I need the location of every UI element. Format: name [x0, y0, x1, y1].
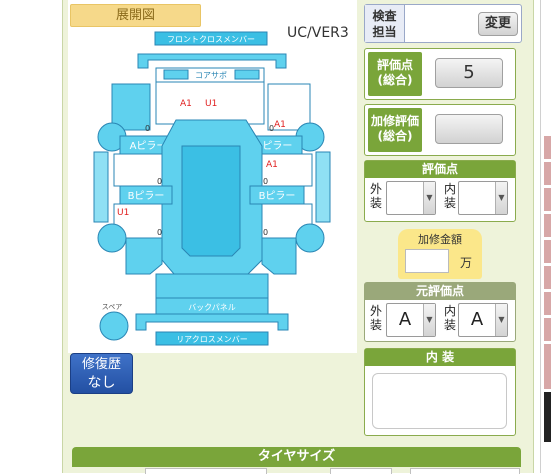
door-zero-mark: 0	[157, 228, 162, 237]
damage-mark-left-rear-u1: U1	[117, 208, 129, 218]
trunk-lid[interactable]	[155, 273, 269, 299]
left-a-pillar-label: Aピラー	[130, 140, 167, 152]
back-panel-label: バックパネル	[188, 303, 236, 312]
right-side-sill[interactable]	[315, 151, 331, 223]
total-score-panel: 評価点 (総合) 5	[364, 48, 516, 100]
original-grade-interior-label: 内 装	[444, 304, 457, 332]
grade-interior-value	[459, 182, 495, 214]
spare-tire-label: スペア	[102, 303, 123, 311]
grade-exterior-select[interactable]: ▼	[386, 181, 436, 215]
grade-exterior-value	[387, 182, 423, 214]
repair-history-line1: 修復歴	[81, 357, 121, 372]
core-support-label: コアサポ	[195, 71, 227, 80]
inspector-panel: 検査 担当 変更	[364, 4, 522, 43]
tire-size-field[interactable]	[330, 468, 392, 474]
repair-cost-label: 加修金額	[418, 233, 462, 246]
repair-score-panel: 加修評価 (総合)	[364, 104, 516, 156]
repair-score-button[interactable]	[435, 114, 503, 144]
repair-cost-unit: 万	[460, 256, 473, 270]
rear-bumper[interactable]	[135, 313, 289, 331]
front-bumper[interactable]	[137, 53, 287, 69]
right-b-pillar-label: Bピラー	[259, 190, 296, 202]
change-inspector-button[interactable]: 変更	[478, 12, 518, 36]
left-rear-wheel[interactable]	[97, 223, 127, 253]
spare-tire[interactable]	[99, 311, 129, 341]
original-grade-exterior-select[interactable]: A ▼	[386, 303, 436, 337]
roof-panel[interactable]	[181, 145, 241, 257]
tire-size-title: タイヤサイズ	[72, 447, 521, 467]
door-zero-mark: 0	[263, 177, 268, 186]
damage-mark-right-fender-a1: A1	[274, 120, 286, 130]
fender-zero-mark: 0	[145, 124, 150, 133]
right-rear-quarter[interactable]	[261, 237, 297, 275]
fender-zero-mark: 0	[269, 124, 274, 133]
door-zero-mark: 0	[263, 228, 268, 237]
left-rear-quarter[interactable]	[125, 237, 163, 275]
rear-cross-member-label: リアクロスメンバー	[176, 335, 248, 344]
total-score-button[interactable]: 5	[435, 58, 503, 88]
left-b-pillar-label: Bピラー	[128, 190, 165, 202]
diagram-title: 展開図	[70, 4, 201, 27]
tire-size-field[interactable]	[145, 468, 267, 474]
left-front-door[interactable]	[113, 153, 163, 187]
damage-mark-front-a1: A1	[180, 99, 192, 109]
right-front-door[interactable]	[261, 153, 313, 187]
grade-interior-select[interactable]: ▼	[458, 181, 508, 215]
inspector-label: 検査 担当	[365, 5, 405, 42]
original-grade-interior-select[interactable]: A ▼	[458, 303, 508, 337]
car-body-diagram[interactable]: フロントクロスメンバー コアサポ Aピラー Aピラー Bピラー Bピラー バック…	[90, 30, 342, 350]
repair-score-label: 加修評価 (総合)	[368, 108, 422, 152]
repair-history-line2: なし	[87, 375, 116, 391]
repair-history-button[interactable]: 修復歴 なし	[70, 353, 133, 394]
original-grade-exterior-value: A	[398, 309, 412, 330]
grade-panel: 評価点 外 装 ▼ 内 装 ▼	[364, 160, 516, 222]
chevron-down-icon: ▼	[495, 182, 507, 214]
front-cross-member-label: フロントクロスメンバー	[167, 35, 255, 44]
original-grade-title: 元評価点	[365, 283, 515, 300]
repair-cost-input[interactable]	[405, 249, 449, 273]
door-zero-mark: 0	[157, 177, 162, 186]
original-grade-panel: 元評価点 外 装 A ▼ 内 装 A ▼	[364, 282, 516, 342]
right-side-strip	[540, 0, 551, 473]
left-side-sill[interactable]	[93, 151, 109, 223]
chevron-down-icon: ▼	[423, 304, 435, 336]
tire-size-field[interactable]	[410, 468, 520, 474]
core-support-right-block	[234, 69, 260, 80]
grade-title: 評価点	[365, 161, 515, 178]
damage-mark-front-u1: U1	[205, 99, 217, 109]
original-grade-interior-value: A	[470, 309, 484, 330]
chevron-down-icon: ▼	[423, 182, 435, 214]
interior-notes-title: 内 装	[365, 349, 515, 366]
right-rear-wheel[interactable]	[295, 223, 325, 253]
total-score-label: 評価点 (総合)	[368, 52, 422, 96]
core-support-left-block	[163, 69, 189, 80]
interior-notes-textarea[interactable]	[372, 373, 507, 429]
interior-notes-panel: 内 装	[364, 348, 516, 436]
grade-exterior-label: 外 装	[370, 182, 383, 210]
original-grade-exterior-label: 外 装	[370, 304, 383, 332]
damage-mark-right-door-a1: A1	[266, 160, 278, 170]
repair-cost-panel: 加修金額 万	[398, 229, 482, 279]
grade-interior-label: 内 装	[444, 182, 457, 210]
chevron-down-icon: ▼	[495, 304, 507, 336]
